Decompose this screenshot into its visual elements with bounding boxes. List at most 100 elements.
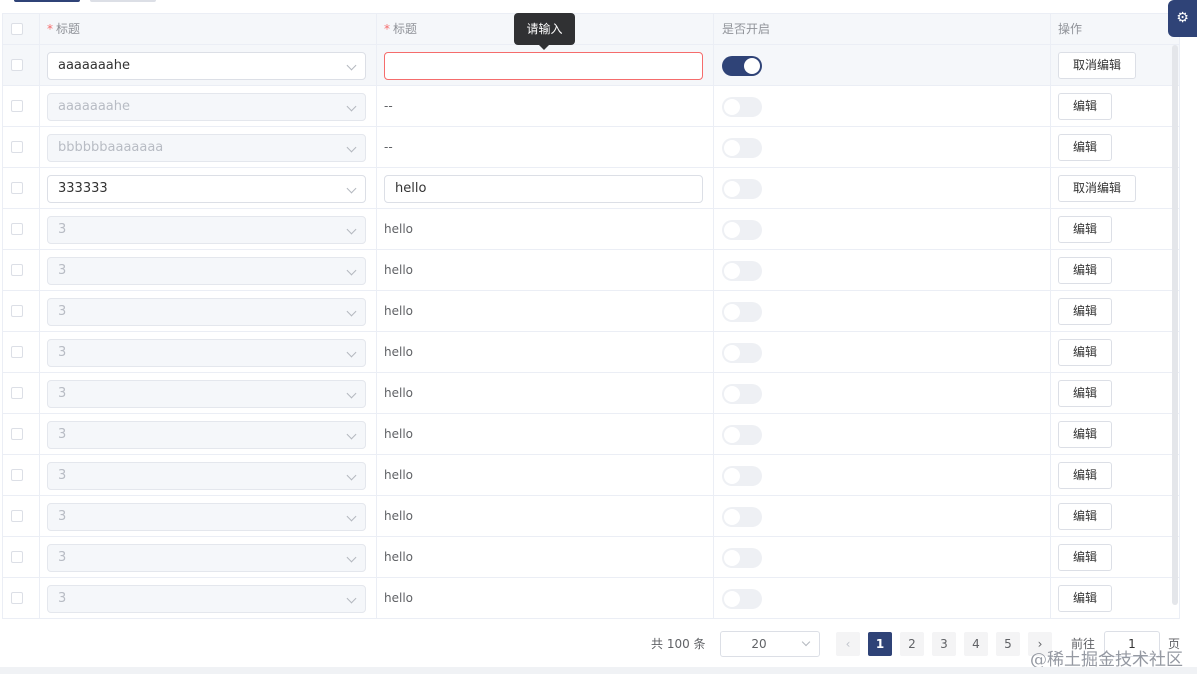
enabled-switch [722, 548, 762, 568]
title-text: hello [384, 222, 413, 236]
title-select[interactable]: 333333 [47, 175, 366, 203]
bottom-bar [0, 667, 1197, 674]
enabled-switch [722, 384, 762, 404]
edit-button[interactable]: 编辑 [1058, 339, 1113, 366]
switch-knob [724, 181, 740, 197]
title-select: aaaaaaahe [47, 93, 366, 121]
switch-knob [724, 591, 740, 607]
title-select: 3 [47, 339, 366, 367]
switch-knob [744, 58, 760, 74]
title-text: hello [384, 427, 413, 441]
enabled-switch [722, 138, 762, 158]
page-button-3[interactable]: 3 [932, 632, 956, 656]
select-all-checkbox[interactable] [11, 23, 23, 35]
title-text: hello [384, 345, 413, 359]
title-select-value: 3 [58, 345, 67, 360]
title-text: hello [384, 386, 413, 400]
enabled-switch [722, 466, 762, 486]
cancel-edit-button[interactable]: 取消编辑 [1058, 175, 1137, 202]
table-row: 333333 hello 取消编辑 [3, 168, 1179, 209]
cancel-edit-button[interactable]: 取消编辑 [1058, 52, 1137, 79]
chevron-down-icon [346, 593, 357, 604]
title-input[interactable] [384, 52, 703, 80]
enabled-switch[interactable] [722, 56, 762, 76]
page-button-5[interactable]: 5 [996, 632, 1020, 656]
edit-button[interactable]: 编辑 [1058, 298, 1113, 325]
chevron-down-icon [346, 224, 357, 235]
row-checkbox[interactable] [11, 100, 23, 112]
title-select: 3 [47, 544, 366, 572]
enabled-switch [722, 425, 762, 445]
enabled-switch [722, 507, 762, 527]
page-button-2[interactable]: 2 [900, 632, 924, 656]
edit-button[interactable]: 编辑 [1058, 93, 1113, 120]
title-select-value: 3 [58, 386, 67, 401]
chevron-down-icon [346, 60, 357, 71]
enabled-switch [722, 97, 762, 117]
top-primary-button[interactable] [14, 0, 80, 2]
edit-button[interactable]: 编辑 [1058, 216, 1113, 243]
enabled-switch[interactable] [722, 179, 762, 199]
row-checkbox[interactable] [11, 305, 23, 317]
row-checkbox[interactable] [11, 592, 23, 604]
edit-button[interactable]: 编辑 [1058, 257, 1113, 284]
validation-tooltip: 请输入 [514, 13, 575, 50]
page-size-select[interactable]: 20 [720, 631, 820, 657]
title-select: 3 [47, 421, 366, 449]
title-select-value: 3 [58, 263, 67, 278]
chevron-down-icon [346, 470, 357, 481]
switch-knob [724, 304, 740, 320]
table-row: 3 hello 编辑 [3, 373, 1179, 414]
title-text: hello [384, 304, 413, 318]
row-checkbox[interactable] [11, 141, 23, 153]
title-text: -- [384, 99, 393, 113]
edit-button[interactable]: 编辑 [1058, 544, 1113, 571]
chevron-down-icon [346, 265, 357, 276]
title-text: hello [384, 591, 413, 605]
row-checkbox[interactable] [11, 469, 23, 481]
edit-button[interactable]: 编辑 [1058, 134, 1113, 161]
edit-button[interactable]: 编辑 [1058, 380, 1113, 407]
row-checkbox[interactable] [11, 428, 23, 440]
table-row: 3 hello 编辑 [3, 578, 1179, 618]
row-checkbox[interactable] [11, 387, 23, 399]
title-text: hello [384, 550, 413, 564]
edit-button[interactable]: 编辑 [1058, 421, 1113, 448]
row-checkbox[interactable] [11, 59, 23, 71]
page-button-4[interactable]: 4 [964, 632, 988, 656]
table-header: * 标题 * 标题 是否开启 操作 [3, 14, 1179, 45]
chevron-down-icon [346, 429, 357, 440]
edit-button[interactable]: 编辑 [1058, 503, 1113, 530]
header-enabled: 是否开启 [722, 22, 771, 36]
title-select: 3 [47, 585, 366, 613]
title-input[interactable]: hello [384, 175, 703, 203]
row-checkbox[interactable] [11, 510, 23, 522]
chevron-down-icon [346, 347, 357, 358]
page-button-1[interactable]: 1 [868, 632, 892, 656]
edit-button[interactable]: 编辑 [1058, 585, 1113, 612]
title-select: 3 [47, 298, 366, 326]
top-secondary-button[interactable] [90, 0, 156, 2]
row-checkbox[interactable] [11, 223, 23, 235]
prev-page-button[interactable]: ‹ [836, 632, 860, 656]
chevron-down-icon [346, 101, 357, 112]
title-select[interactable]: aaaaaaahe [47, 52, 366, 80]
switch-knob [724, 509, 740, 525]
title-select: 3 [47, 503, 366, 531]
row-checkbox[interactable] [11, 264, 23, 276]
chevron-down-icon [346, 306, 357, 317]
title-select: 3 [47, 462, 366, 490]
chevron-down-icon [346, 183, 357, 194]
chevron-down-icon [346, 142, 357, 153]
switch-knob [724, 140, 740, 156]
title-select: 3 [47, 257, 366, 285]
row-checkbox[interactable] [11, 551, 23, 563]
page-size-value: 20 [751, 637, 767, 651]
row-checkbox[interactable] [11, 346, 23, 358]
title-select-value: aaaaaaahe [58, 99, 131, 114]
switch-knob [724, 468, 740, 484]
table-scrollbar[interactable] [1172, 45, 1178, 605]
row-checkbox[interactable] [11, 182, 23, 194]
gear-icon[interactable]: ⚙ [1168, 0, 1197, 37]
edit-button[interactable]: 编辑 [1058, 462, 1113, 489]
